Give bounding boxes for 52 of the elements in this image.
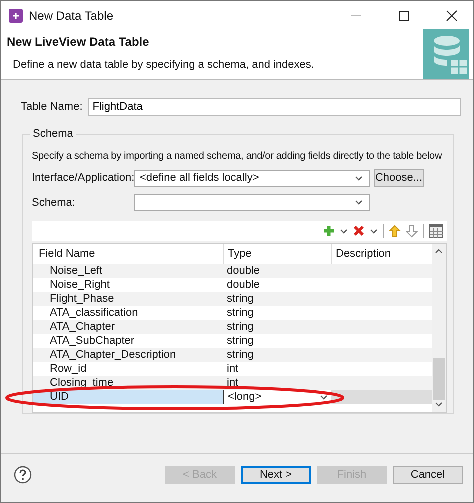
scroll-thumb[interactable] bbox=[433, 358, 445, 400]
table-cell-text: string bbox=[226, 306, 255, 320]
field-label: Table Name: bbox=[21, 101, 83, 113]
table-cell-text: double bbox=[226, 264, 262, 278]
table-cell-text: Row_id bbox=[49, 362, 88, 376]
page-title: New LiveView Data Table bbox=[7, 35, 150, 49]
table-cell-text: ATA_Chapter_Description bbox=[49, 348, 178, 362]
scroll-down-icon bbox=[435, 402, 443, 408]
field-label: Interface/Application: bbox=[32, 172, 134, 184]
caret-icon bbox=[355, 199, 363, 206]
dropdown[interactable]: <define all fields locally> bbox=[134, 170, 370, 186]
table-cell-text: string bbox=[226, 320, 255, 334]
maximize-icon[interactable] bbox=[398, 10, 410, 22]
down-arrow-icon[interactable] bbox=[406, 224, 418, 238]
field-label: Schema: bbox=[32, 196, 76, 208]
caret-icon bbox=[355, 174, 363, 182]
table-cell-text: ATA_SubChapter bbox=[49, 334, 136, 348]
table-cell-text: int bbox=[226, 376, 240, 390]
dialog-button[interactable]: Next > bbox=[241, 466, 311, 484]
close-icon[interactable] bbox=[446, 10, 458, 22]
table-cell-text: int bbox=[226, 362, 240, 376]
caret-icon[interactable] bbox=[370, 228, 378, 234]
table-cell-text: ATA_classification bbox=[49, 306, 140, 320]
column-header[interactable]: Field Name bbox=[33, 244, 223, 264]
scrollbar[interactable] bbox=[432, 244, 446, 412]
table-cell-text: string bbox=[226, 334, 255, 348]
table-cell-text: Noise_Right bbox=[49, 278, 111, 292]
choose-button[interactable]: Choose... bbox=[374, 169, 424, 187]
caret-icon bbox=[320, 394, 328, 400]
table-icon[interactable] bbox=[429, 224, 443, 238]
caret-icon[interactable] bbox=[340, 228, 348, 234]
table-cell-text: double bbox=[226, 278, 262, 292]
help-icon[interactable] bbox=[14, 466, 32, 484]
table-cell-text: Flight_Phase bbox=[49, 292, 116, 306]
database-table-icon bbox=[423, 29, 469, 79]
table-cell-text: string bbox=[226, 292, 255, 306]
table-cell-text: ATA_Chapter bbox=[49, 320, 116, 334]
plus-icon[interactable] bbox=[323, 225, 335, 237]
group-title: Schema bbox=[30, 128, 76, 140]
table-cell[interactable]: UID bbox=[33, 390, 223, 404]
text-field[interactable]: FlightData bbox=[88, 98, 461, 116]
scroll-up-icon bbox=[435, 248, 443, 254]
window-title: New Data Table bbox=[29, 9, 114, 23]
instruction-text: Specify a schema by importing a named schema, and/or adding fields directly to the table below bbox=[32, 151, 444, 162]
table-cell-text: Closing_time bbox=[49, 376, 115, 390]
up-arrow-icon[interactable] bbox=[389, 224, 401, 238]
table-cell-text: string bbox=[226, 348, 255, 362]
table-cell-text: Noise_Left bbox=[49, 264, 104, 278]
app-icon bbox=[9, 9, 23, 23]
dialog-button[interactable]: Cancel bbox=[393, 466, 463, 484]
delete-icon[interactable] bbox=[353, 225, 365, 237]
page-description: Define a new data table by specifying a schema, and indexes. bbox=[13, 59, 316, 71]
